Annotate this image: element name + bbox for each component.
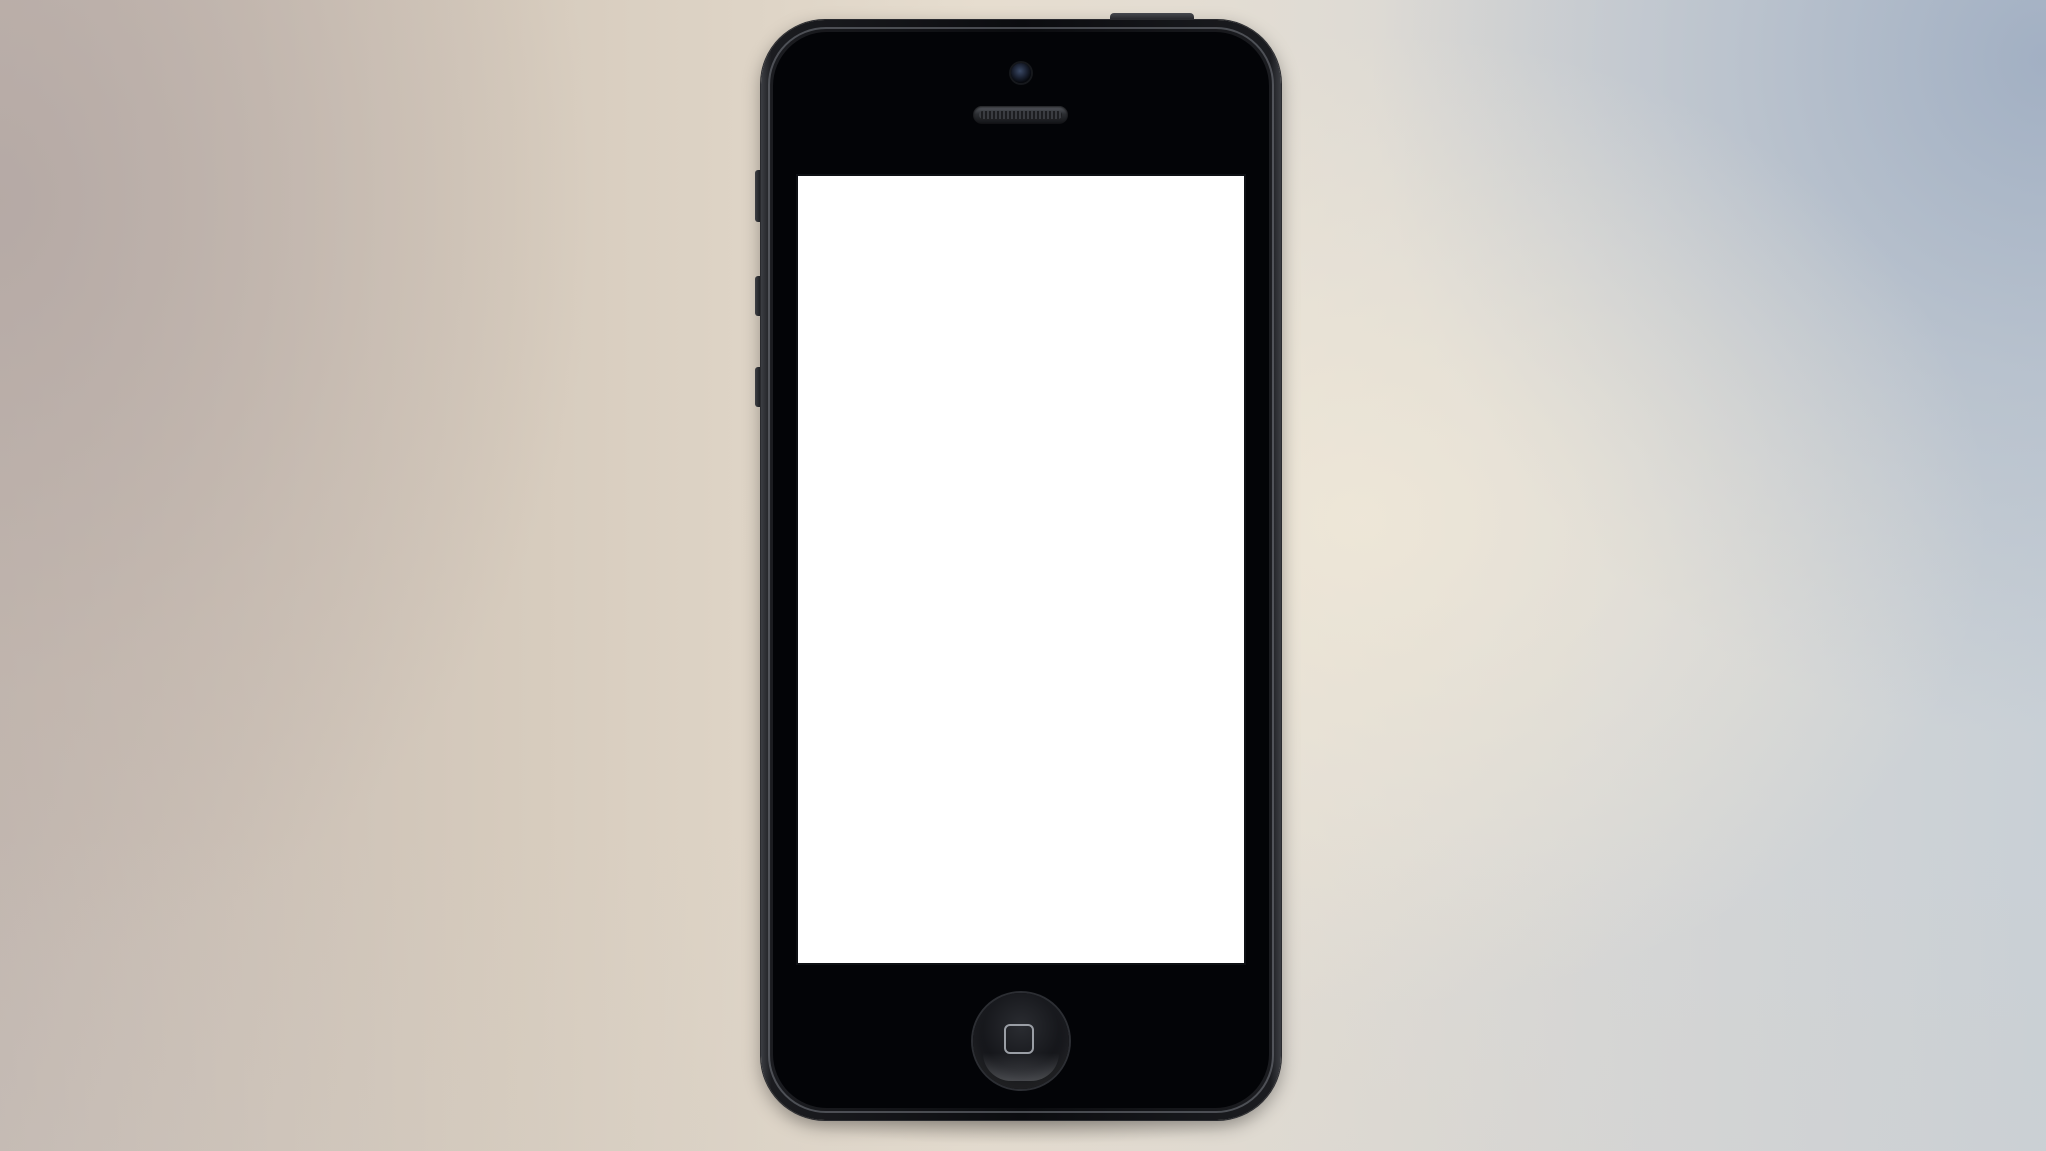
front-camera-icon <box>1011 63 1031 83</box>
earpiece-speaker-icon <box>973 106 1068 124</box>
home-button[interactable] <box>973 993 1069 1089</box>
home-square-icon <box>1004 1024 1034 1054</box>
phone-screen[interactable] <box>798 176 1244 963</box>
